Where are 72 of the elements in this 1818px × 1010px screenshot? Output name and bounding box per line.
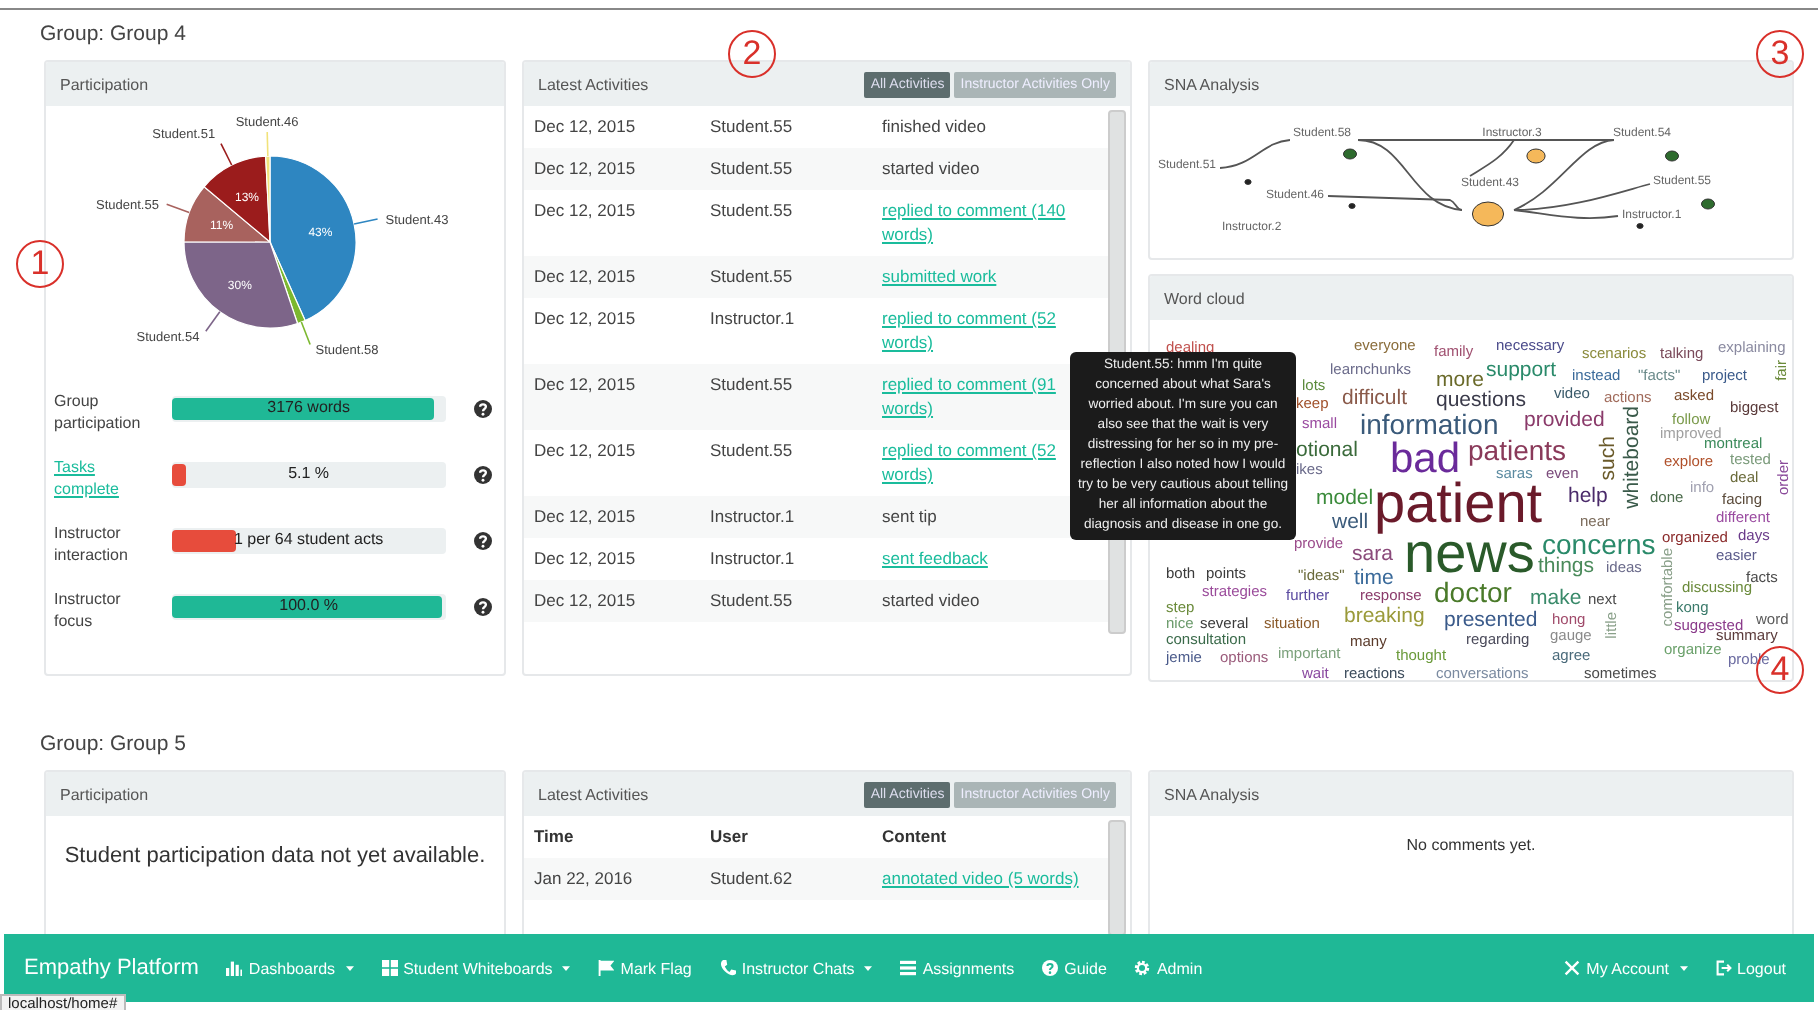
user-cell-text: Student.55 bbox=[710, 156, 795, 180]
annotation-number: 1 bbox=[16, 240, 64, 288]
annotation-number: 2 bbox=[728, 30, 776, 78]
panel-title: Participation bbox=[46, 62, 504, 106]
cloud-word: bad bbox=[1390, 438, 1461, 480]
date-cell-text: Dec 12, 2015 bbox=[534, 264, 638, 288]
cloud-word: model bbox=[1316, 488, 1374, 509]
metric-label: Instructor interaction bbox=[54, 522, 130, 566]
user-cell-text: Student.55 bbox=[710, 198, 795, 224]
cloud-word: help bbox=[1568, 486, 1608, 507]
group-title: Group: Group 4 bbox=[38, 20, 188, 48]
column-header: User bbox=[710, 824, 750, 848]
user-cell-text: Student.55 bbox=[710, 588, 795, 612]
user-cell-text: Student.55 bbox=[710, 264, 795, 288]
panel-title: Latest Activities bbox=[538, 75, 649, 93]
date-cell-text: Dec 12, 2015 bbox=[534, 438, 638, 464]
cloud-word: presented bbox=[1444, 610, 1538, 631]
activity-text: started video bbox=[882, 158, 980, 178]
panel-title: SNA Analysis bbox=[1150, 62, 1792, 106]
date-cell-text: Dec 12, 2015 bbox=[534, 504, 638, 528]
date-cell-text: Jan 22, 2016 bbox=[534, 866, 635, 890]
panel-title: Participation bbox=[46, 772, 504, 816]
activity-text: sent tip bbox=[882, 506, 937, 526]
date-cell-text: Dec 12, 2015 bbox=[534, 588, 638, 612]
cloud-word: time bbox=[1354, 568, 1394, 589]
annotation-number: 3 bbox=[1756, 30, 1804, 78]
activity-text: started video bbox=[882, 590, 980, 610]
progress-reading: 5.1 % bbox=[286, 464, 332, 482]
date-cell-text: Dec 12, 2015 bbox=[534, 156, 638, 180]
empty-message: Student participation data not yet available. bbox=[62, 842, 488, 872]
column-header: Time bbox=[534, 824, 576, 848]
cloud-word: support bbox=[1486, 360, 1557, 381]
cloud-word: otional bbox=[1296, 440, 1358, 461]
cloud-word: news bbox=[1404, 530, 1535, 578]
user-cell-text: Instructor.1 bbox=[710, 546, 797, 570]
panel-title: SNA Analysis bbox=[1150, 772, 1792, 816]
cloud-word: breaking bbox=[1344, 606, 1425, 627]
cloud-word: questions bbox=[1436, 390, 1526, 411]
panel-title: Word cloud bbox=[1150, 276, 1792, 320]
metric-label: Group participation bbox=[54, 390, 143, 434]
cloud-word: doctor bbox=[1434, 578, 1512, 606]
column-header: Content bbox=[882, 824, 949, 848]
cloud-word: information bbox=[1360, 410, 1499, 438]
cloud-word: such bbox=[1598, 436, 1619, 481]
date-cell-text: Dec 12, 2015 bbox=[534, 306, 638, 332]
user-cell-text: Student.55 bbox=[710, 372, 795, 398]
cloud-word: provided bbox=[1524, 410, 1605, 431]
cloud-word: sara bbox=[1352, 544, 1393, 565]
user-cell-text: Student.55 bbox=[710, 438, 795, 464]
group-title: Group: Group 5 bbox=[38, 730, 188, 758]
date-cell-text: Dec 12, 2015 bbox=[534, 114, 638, 138]
progress-reading: 3176 words bbox=[265, 398, 352, 416]
cloud-word: patients bbox=[1468, 436, 1567, 464]
cloud-word: things bbox=[1538, 556, 1595, 577]
progress-reading: 100.0 % bbox=[277, 596, 340, 614]
cloud-word: well bbox=[1332, 512, 1369, 533]
date-cell-text: Dec 12, 2015 bbox=[534, 372, 638, 398]
user-cell-text: Instructor.1 bbox=[710, 504, 797, 528]
cloud-word: more bbox=[1436, 370, 1484, 391]
date-cell-text: Dec 12, 2015 bbox=[534, 546, 638, 570]
panel-title: Latest Activities bbox=[538, 785, 649, 803]
cloud-word: make bbox=[1530, 588, 1582, 609]
metric-label: Instructor focus bbox=[54, 588, 123, 632]
cloud-word: whiteboard bbox=[1622, 406, 1643, 509]
user-cell-text: Student.55 bbox=[710, 114, 795, 138]
empty-message: No comments yet. bbox=[1404, 834, 1538, 858]
user-cell-text: Instructor.1 bbox=[710, 306, 797, 332]
date-cell-text: Dec 12, 2015 bbox=[534, 198, 638, 224]
user-cell-text: Student.62 bbox=[710, 866, 795, 890]
cloud-word: concerns bbox=[1542, 530, 1656, 558]
cloud-word: difficult bbox=[1342, 388, 1407, 409]
activity-text: finished video bbox=[882, 116, 986, 136]
